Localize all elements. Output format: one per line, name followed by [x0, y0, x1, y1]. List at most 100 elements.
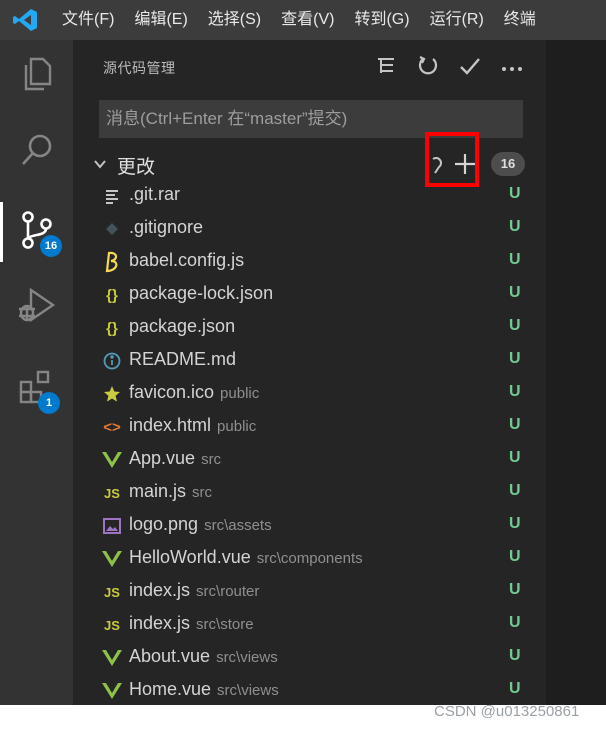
json-icon: {} [106, 319, 118, 337]
ellipsis-icon [501, 59, 523, 77]
panel-header: 源代码管理 [73, 40, 546, 96]
file-name: .git.rar [129, 184, 181, 204]
file-name: .gitignore [129, 217, 204, 237]
file-status-untracked: U [509, 251, 521, 268]
activity-search[interactable] [0, 122, 73, 182]
menu-view[interactable]: 查看(V) [271, 0, 344, 40]
file-name: favicon.ico [129, 382, 215, 402]
file-status-untracked: U [509, 416, 521, 433]
babel-icon [101, 251, 123, 273]
file-row[interactable]: .git.rar U [73, 180, 546, 213]
file-row[interactable]: JS main.js src U [73, 477, 546, 510]
file-row[interactable]: About.vue src\views U [73, 642, 546, 675]
file-row[interactable]: App.vue src U [73, 444, 546, 477]
js-icon: JS [104, 584, 120, 600]
activity-run-debug[interactable] [0, 278, 73, 338]
file-directory: src\views [217, 682, 279, 699]
vue-icon [101, 548, 123, 570]
file-status-untracked: U [509, 383, 521, 400]
activity-source-control[interactable]: 16 [0, 202, 73, 262]
file-name: README.md [129, 349, 237, 369]
file-name: logo.png [129, 514, 199, 534]
menu-file[interactable]: 文件(F) [52, 0, 124, 40]
source-control-badge: 16 [40, 235, 62, 257]
file-status-untracked: U [509, 284, 521, 301]
highlight-annotation-box [425, 132, 479, 187]
run-debug-icon [17, 287, 57, 330]
file-directory: src\router [196, 583, 260, 600]
menu-terminal[interactable]: 终端 [494, 0, 546, 40]
vscode-window: 文件(F) 编辑(E) 选择(S) 查看(V) 转到(G) 运行(R) 终端 1… [0, 0, 606, 729]
editor-area [546, 40, 606, 705]
file-status-untracked: U [509, 317, 521, 334]
file-status-untracked: U [509, 218, 521, 235]
file-name: babel.config.js [129, 250, 245, 270]
file-status-untracked: U [509, 647, 521, 664]
vue-icon [101, 680, 123, 702]
file-name: package.json [129, 316, 236, 336]
vue-icon [101, 449, 123, 471]
commit-button[interactable] [456, 54, 484, 82]
file-row[interactable]: {} package-lock.json U [73, 279, 546, 312]
file-name: index.js [129, 613, 191, 633]
file-row[interactable]: HelloWorld.vue src\components U [73, 543, 546, 576]
file-name: main.js [129, 481, 187, 501]
vue-icon [101, 647, 123, 669]
file-directory: public [220, 385, 260, 402]
file-row[interactable]: {} package.json U [73, 312, 546, 345]
file-row[interactable]: README.md U [73, 345, 546, 378]
file-name: index.js [129, 580, 191, 600]
file-directory: src [192, 484, 213, 501]
html-icon: <> [103, 418, 121, 436]
image-icon [101, 515, 123, 537]
file-row[interactable]: JS index.js src\router U [73, 576, 546, 609]
activity-bar: 16 1 [0, 40, 73, 729]
activity-extensions[interactable]: 1 [0, 360, 73, 420]
file-name: package-lock.json [129, 283, 274, 303]
menu-edit[interactable]: 编辑(E) [124, 0, 197, 40]
js-icon: JS [104, 617, 120, 633]
file-status-untracked: U [509, 548, 521, 565]
more-actions-button[interactable] [498, 54, 526, 82]
file-directory: src\components [256, 550, 363, 567]
file-status-untracked: U [509, 581, 521, 598]
file-name: Home.vue [129, 679, 212, 699]
search-icon [19, 132, 55, 173]
menu-bar: 文件(F) 编辑(E) 选择(S) 查看(V) 转到(G) 运行(R) 终端 [0, 0, 606, 40]
watermark-text: CSDN @u013250861 [434, 703, 580, 720]
file-status-untracked: U [509, 482, 521, 499]
refresh-button[interactable] [414, 54, 442, 82]
file-status-untracked: U [509, 185, 521, 202]
extensions-badge: 1 [38, 392, 60, 414]
file-name: About.vue [129, 646, 211, 666]
menu-selection[interactable]: 选择(S) [198, 0, 271, 40]
check-icon [459, 55, 481, 82]
json-icon: {} [106, 286, 118, 304]
file-row[interactable]: <> index.html public U [73, 411, 546, 444]
lines-icon [101, 185, 123, 207]
file-row[interactable]: babel.config.js U [73, 246, 546, 279]
file-directory: src [201, 451, 222, 468]
file-row[interactable]: .gitignore U [73, 213, 546, 246]
vscode-logo-icon [0, 0, 52, 40]
file-name: App.vue [129, 448, 196, 468]
file-status-untracked: U [509, 449, 521, 466]
chevron-down-icon [93, 157, 107, 176]
file-directory: src\views [216, 649, 278, 666]
menu-run[interactable]: 运行(R) [420, 0, 494, 40]
panel-actions [372, 54, 526, 82]
file-directory: public [217, 418, 257, 435]
file-directory: src\assets [204, 517, 272, 534]
list-tree-icon [376, 56, 396, 81]
view-as-tree-button[interactable] [372, 54, 400, 82]
file-name: HelloWorld.vue [129, 547, 251, 567]
panel-title: 源代码管理 [103, 60, 176, 76]
files-icon [20, 56, 54, 97]
menu-go[interactable]: 转到(G) [344, 0, 419, 40]
source-control-panel: 源代码管理 消息(Ctrl+Enter 在“master”提交) 更改 16 .… [73, 40, 546, 705]
file-row[interactable]: logo.png src\assets U [73, 510, 546, 543]
activity-explorer[interactable] [0, 46, 73, 106]
file-directory: src\store [196, 616, 254, 633]
file-row[interactable]: favicon.ico public U [73, 378, 546, 411]
file-row[interactable]: JS index.js src\store U [73, 609, 546, 642]
